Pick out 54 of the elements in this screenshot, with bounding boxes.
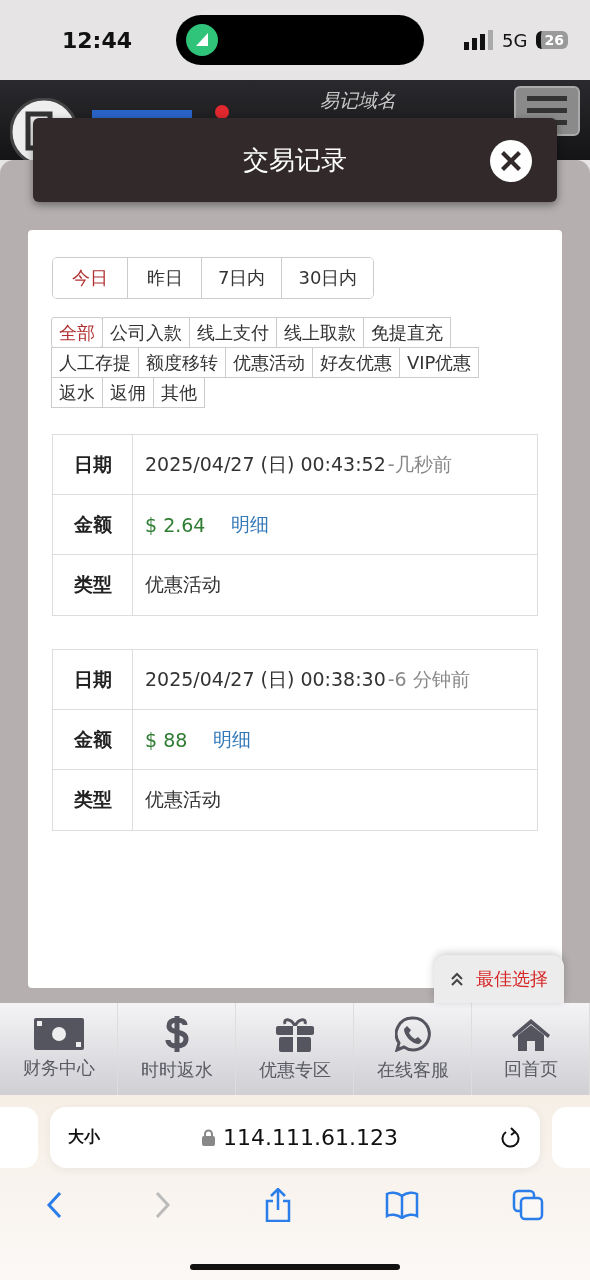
share-icon [264, 1188, 292, 1222]
status-time: 12:44 [62, 27, 134, 53]
type-value: 优惠活动 [145, 787, 221, 812]
detail-link[interactable]: 明细 [231, 511, 270, 538]
modal-title: 交易记录 [243, 143, 347, 177]
bookmarks-button[interactable] [384, 1191, 419, 1219]
detail-link[interactable]: 明细 [213, 726, 252, 753]
date-label: 日期 [53, 650, 133, 710]
home-icon [510, 1017, 551, 1051]
url-text: 114.111.61.123 [223, 1125, 398, 1150]
gift-icon [275, 1016, 314, 1052]
amount-label: 金额 [53, 710, 133, 770]
address-bar[interactable]: 大小 114.111.61.123 [50, 1107, 540, 1168]
reload-icon[interactable] [500, 1125, 522, 1150]
date-tab[interactable]: 30日内 [281, 258, 374, 298]
amount-value: $ 2.64 [145, 513, 206, 536]
time-ago: -几秒前 [387, 451, 452, 477]
type-label: 类型 [53, 770, 133, 830]
back-icon [46, 1191, 63, 1219]
sail-icon [186, 24, 218, 56]
forward-icon [155, 1191, 172, 1219]
type-value: 优惠活动 [145, 572, 221, 597]
back-button[interactable] [46, 1191, 63, 1219]
banknote-icon [33, 1018, 84, 1050]
phone-bubble-icon [394, 1016, 431, 1052]
type-filter[interactable]: 返水 [51, 377, 103, 408]
close-icon [501, 151, 521, 171]
tabs-icon [511, 1189, 544, 1221]
type-filter[interactable]: 免提直充 [363, 317, 451, 348]
text-size-button[interactable]: 大小 [68, 1127, 100, 1148]
share-button[interactable] [264, 1188, 292, 1222]
type-filter[interactable]: 全部 [51, 317, 103, 348]
battery-level: 26 [535, 31, 568, 49]
amount-value: $ 88 [145, 728, 188, 751]
double-chevron-icon [450, 972, 464, 986]
lock-icon [202, 1129, 216, 1146]
tabs-button[interactable] [511, 1189, 544, 1221]
date-value: 2025/04/27 (日) 00:38:30 [145, 666, 386, 692]
date-label: 日期 [53, 435, 133, 495]
nav-item[interactable]: 财务中心 [0, 1003, 118, 1095]
amount-label: 金额 [53, 495, 133, 555]
close-button[interactable] [490, 140, 532, 182]
book-icon [384, 1191, 419, 1219]
site-slogan: 易记域名 [320, 88, 396, 113]
time-ago: -6 分钟前 [387, 666, 470, 692]
date-value: 2025/04/27 (日) 00:43:52 [145, 451, 386, 477]
type-label: 类型 [53, 555, 133, 615]
network-label: 5G [502, 29, 528, 51]
type-filter[interactable]: 其他 [153, 377, 205, 408]
best-choice-button[interactable]: 最佳选择 [434, 955, 564, 1003]
signal-icon [464, 30, 495, 50]
type-filter[interactable]: VIP优惠 [399, 347, 480, 378]
type-filter[interactable]: 公司入款 [102, 317, 190, 348]
dollar-icon [164, 1016, 189, 1052]
